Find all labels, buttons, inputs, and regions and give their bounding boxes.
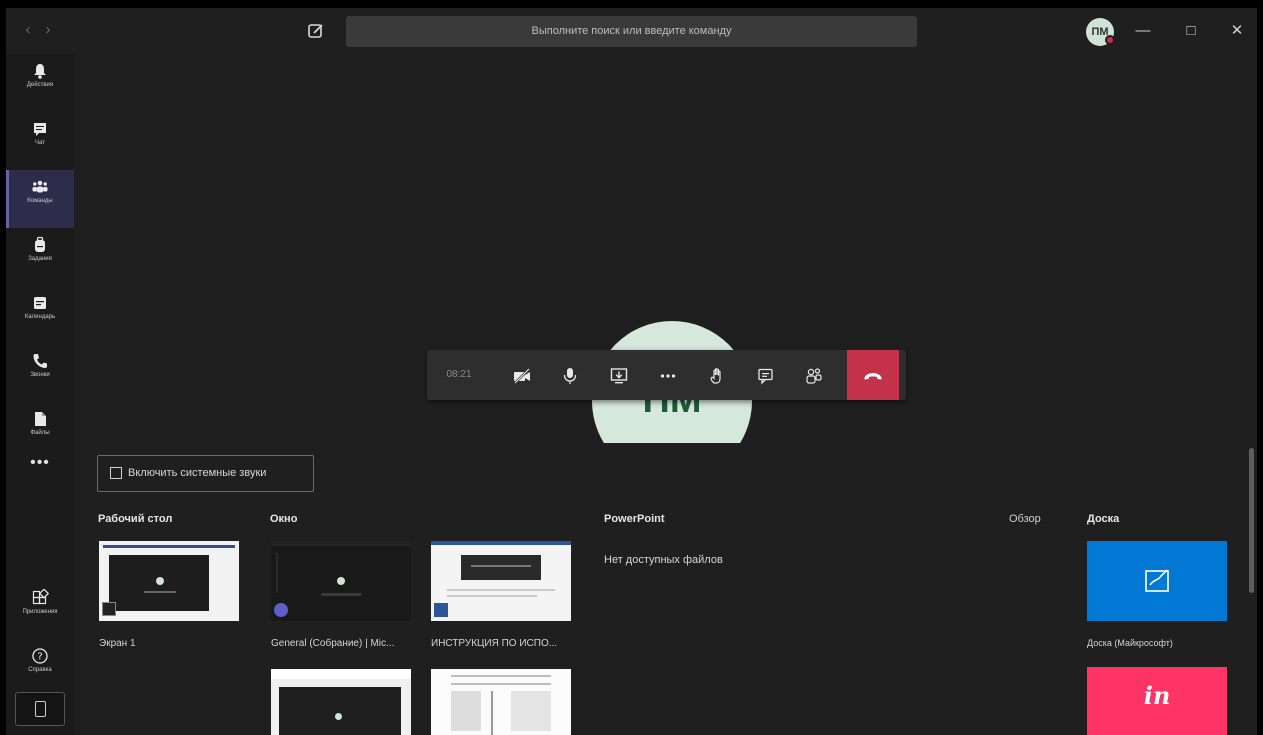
help-icon: ?	[31, 647, 49, 665]
window-thumbnail[interactable]	[271, 669, 411, 735]
more-actions-button[interactable]	[651, 350, 685, 400]
close-button[interactable]: ✕	[1225, 20, 1249, 42]
appbar-label: Справка	[28, 667, 52, 673]
status-dot-icon	[1105, 35, 1115, 45]
desktop-thumbnail-label: Экран 1	[99, 638, 136, 649]
no-files-message: Нет доступных файлов	[604, 554, 723, 566]
window-section-title: Окно	[270, 513, 298, 525]
back-arrow-icon[interactable]: ‹	[20, 21, 36, 39]
title-bar: ‹ › Выполните поиск или введите команду …	[6, 8, 1257, 54]
appbar-item-help[interactable]: ? Справка	[6, 639, 74, 697]
app-bar: Действия Чат Команды Задания Календарь З…	[6, 54, 74, 735]
call-stage: ПМ 08:21	[74, 54, 1257, 443]
appbar-item-activity[interactable]: Действия	[6, 54, 74, 112]
appbar-item-files[interactable]: Файлы	[6, 402, 74, 460]
system-sounds-label: Включить системные звуки	[128, 467, 267, 479]
appbar-item-teams[interactable]: Команды	[6, 170, 74, 228]
chat-toggle-button[interactable]	[749, 350, 783, 400]
system-sounds-checkbox[interactable]: Включить системные звуки	[97, 455, 314, 492]
microphone-button[interactable]	[553, 350, 587, 400]
appbar-item-assignments[interactable]: Задания	[6, 228, 74, 286]
forward-arrow-icon[interactable]: ›	[40, 21, 56, 39]
invision-thumbnail[interactable]: in	[1087, 667, 1227, 735]
appbar-label: Задания	[28, 256, 52, 262]
call-timer: 08:21	[446, 369, 472, 380]
appbar-label: Календарь	[24, 314, 56, 320]
appbar-label: Приложения	[22, 609, 58, 615]
mobile-device-icon	[34, 701, 46, 717]
invision-logo: in	[1143, 681, 1171, 710]
teams-app-badge-icon	[274, 603, 288, 617]
minimize-button[interactable]: —	[1131, 20, 1155, 42]
more-apps-icon[interactable]: •••	[6, 454, 74, 472]
bell-icon	[31, 62, 49, 80]
desktop-thumbnail[interactable]	[99, 541, 239, 621]
checkbox-icon	[110, 467, 122, 479]
file-icon	[31, 410, 49, 428]
window-thumbnail-label: ИНСТРУКЦИЯ ПО ИСПО...	[431, 638, 558, 649]
apps-icon	[31, 588, 50, 607]
hang-up-button[interactable]	[847, 350, 899, 400]
appbar-label: Чат	[35, 140, 45, 146]
call-controls-bar: 08:21	[427, 350, 906, 400]
appbar-label: Звонки	[30, 372, 50, 378]
appbar-item-calls[interactable]: Звонки	[6, 344, 74, 402]
teams-icon	[31, 178, 49, 196]
appbar-label: Действия	[26, 82, 54, 88]
whiteboard-label: Доска (Майкрософт)	[1087, 638, 1173, 648]
whiteboard-section-title: Доска	[1087, 513, 1120, 525]
appbar-item-apps[interactable]: Приложения	[6, 581, 74, 639]
compose-icon[interactable]	[306, 21, 326, 41]
whiteboard-icon	[1145, 569, 1169, 592]
appbar-label: Файлы	[30, 430, 50, 436]
chat-icon	[31, 120, 49, 138]
window-thumbnail[interactable]	[271, 541, 411, 621]
word-app-badge-icon	[434, 603, 448, 617]
window-thumbnail[interactable]	[431, 541, 571, 621]
svg-text:?: ?	[37, 652, 42, 663]
share-tray: Включить системные звуки Рабочий стол Ок…	[74, 443, 1257, 735]
device-button[interactable]	[15, 692, 65, 726]
share-screen-button[interactable]	[602, 350, 636, 400]
appbar-item-chat[interactable]: Чат	[6, 112, 74, 170]
camera-off-button[interactable]	[505, 350, 539, 400]
calendar-icon	[31, 294, 49, 312]
appbar-item-calendar[interactable]: Календарь	[6, 286, 74, 344]
browse-link[interactable]: Обзор	[1009, 513, 1041, 525]
search-input[interactable]: Выполните поиск или введите команду	[346, 16, 917, 47]
participants-button[interactable]	[797, 350, 831, 400]
screen-badge-icon	[102, 602, 116, 616]
powerpoint-section-title: PowerPoint	[604, 513, 665, 525]
maximize-button[interactable]: □	[1179, 20, 1203, 42]
teams-window: ‹ › Выполните поиск или введите команду …	[6, 8, 1257, 735]
backpack-icon	[31, 236, 49, 254]
tray-scrollbar[interactable]	[1249, 448, 1254, 593]
raise-hand-button[interactable]	[700, 350, 734, 400]
whiteboard-thumbnail[interactable]	[1087, 541, 1227, 621]
window-thumbnail[interactable]	[431, 669, 571, 735]
phone-icon	[31, 352, 49, 370]
profile-avatar[interactable]: ПМ	[1086, 18, 1115, 46]
window-thumbnail-label: General (Собрание) | Mic...	[271, 638, 395, 649]
desktop-section-title: Рабочий стол	[98, 513, 173, 525]
appbar-label: Команды	[27, 198, 53, 204]
